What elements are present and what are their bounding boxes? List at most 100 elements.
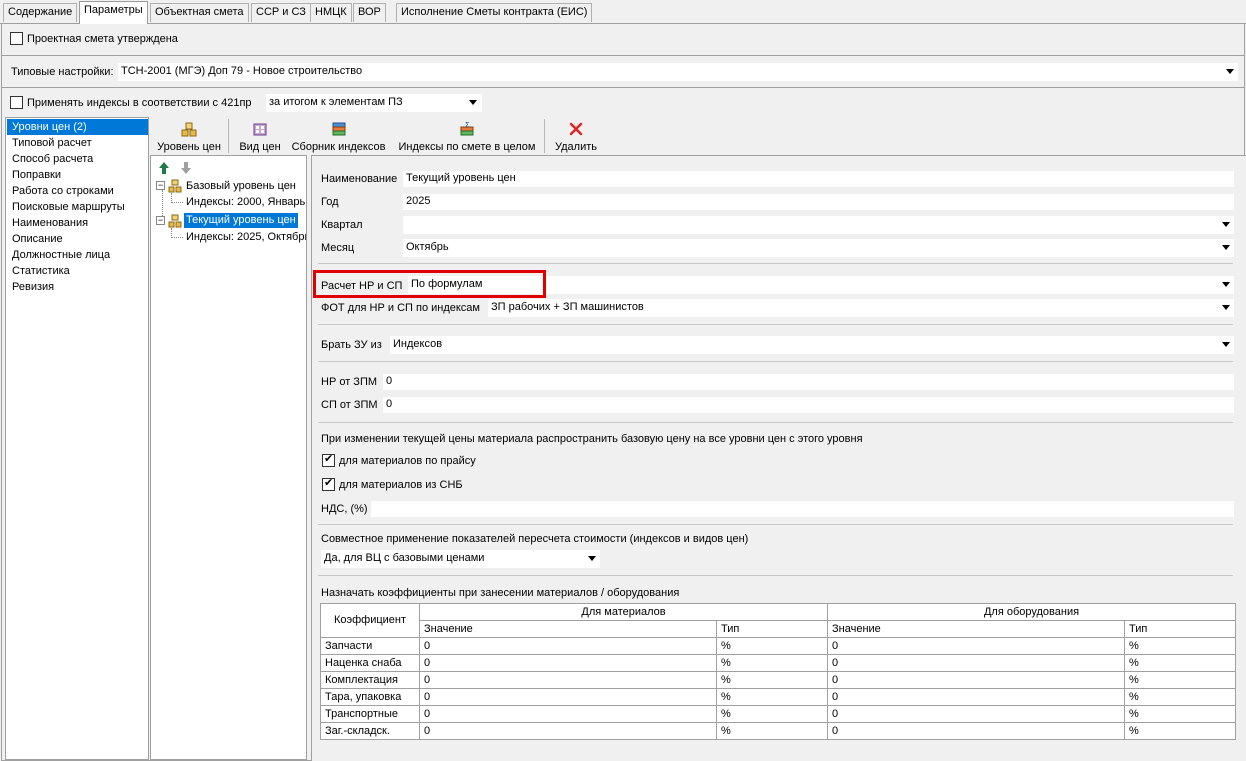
- divider: [318, 263, 1233, 264]
- mat-type-cell[interactable]: %: [716, 637, 828, 655]
- mat-type-cell[interactable]: %: [716, 722, 828, 740]
- joint-use-select[interactable]: Да, для ВЦ с базовыми ценами: [321, 550, 600, 568]
- menu-item-revision[interactable]: Ревизия: [7, 279, 148, 295]
- divider: [2, 87, 1244, 88]
- tree-node-base[interactable]: Базовый уровень цен: [186, 179, 296, 194]
- eq-type-cell[interactable]: %: [1123, 705, 1237, 723]
- tab-bar: Содержание Параметры Объектная смета ССР…: [0, 0, 1246, 24]
- mat-type-cell[interactable]: %: [716, 688, 828, 706]
- menu-item-officials[interactable]: Должностные лица: [7, 247, 148, 263]
- tab-ssr[interactable]: ССР и СЗ: [251, 3, 311, 22]
- tab-object-estimate[interactable]: Объектная смета: [150, 3, 249, 22]
- menu-item-row-work[interactable]: Работа со строками: [7, 183, 148, 199]
- year-input[interactable]: 2025: [403, 194, 1234, 210]
- approved-checkbox[interactable]: [10, 32, 23, 45]
- settings-menu: Уровни цен (2) Типовой расчет Способ рас…: [5, 117, 149, 760]
- mat-value-cell[interactable]: 0: [419, 688, 717, 706]
- tab-vor[interactable]: ВОР: [353, 3, 386, 22]
- divider: [318, 361, 1233, 362]
- menu-item-corrections[interactable]: Поправки: [7, 167, 148, 183]
- menu-item-calc-method[interactable]: Способ расчета: [7, 151, 148, 167]
- eq-value-cell[interactable]: 0: [827, 688, 1125, 706]
- mat-value-cell[interactable]: 0: [419, 705, 717, 723]
- table-row: Транспортные 0 % 0 %: [320, 705, 1237, 723]
- eq-value-cell[interactable]: 0: [827, 671, 1125, 689]
- eq-type-cell[interactable]: %: [1123, 722, 1237, 740]
- fot-label: ФОТ для НР и СП по индексам: [321, 302, 480, 314]
- tree-line: [171, 237, 183, 238]
- eq-value-cell[interactable]: 0: [827, 654, 1125, 672]
- quarter-select[interactable]: [403, 216, 1234, 234]
- nds-input[interactable]: [371, 501, 1234, 517]
- mat-type-cell[interactable]: %: [716, 671, 828, 689]
- name-label: Наименование: [321, 173, 398, 185]
- eq-type-cell[interactable]: %: [1123, 671, 1237, 689]
- price-level-icon: [181, 122, 197, 137]
- tree-node-current[interactable]: Текущий уровень цен: [184, 213, 298, 228]
- price-level-button[interactable]: Уровень цен: [154, 121, 224, 154]
- snb-materials-checkbox[interactable]: [322, 476, 335, 491]
- index-collection-button[interactable]: Сборник индексов: [290, 121, 387, 154]
- row-name: Наценка снаба: [320, 654, 420, 672]
- tab-parameters[interactable]: Параметры: [79, 1, 148, 24]
- eq-value-cell[interactable]: 0: [827, 705, 1125, 723]
- price-level-node-icon: [168, 214, 182, 228]
- collapse-toggle[interactable]: −: [156, 181, 165, 190]
- zu-select[interactable]: Индексов: [390, 336, 1234, 354]
- collapse-toggle[interactable]: −: [156, 216, 165, 225]
- menu-item-price-levels[interactable]: Уровни цен (2): [7, 119, 148, 135]
- fot-select[interactable]: ЗП рабочих + ЗП машинистов: [488, 299, 1234, 317]
- typical-settings-select[interactable]: ТСН-2001 (МГЭ) Доп 79 - Новое строительс…: [118, 63, 1238, 81]
- mat-value-cell[interactable]: 0: [419, 671, 717, 689]
- index-whole-estimate-button[interactable]: Σ Индексы по смете в целом: [396, 121, 538, 154]
- menu-item-search-routes[interactable]: Поисковые маршруты: [7, 199, 148, 215]
- delete-button[interactable]: Удалить: [553, 121, 599, 154]
- menu-item-statistics[interactable]: Статистика: [7, 263, 148, 279]
- quarter-label: Квартал: [321, 219, 363, 231]
- delete-x-icon: [569, 122, 583, 136]
- col-header-coefficient: Коэффициент: [320, 603, 420, 638]
- eq-type-cell[interactable]: %: [1123, 688, 1237, 706]
- nr-zpm-input[interactable]: 0: [383, 374, 1234, 390]
- eq-value-cell[interactable]: 0: [827, 722, 1125, 740]
- mat-value-cell[interactable]: 0: [419, 722, 717, 740]
- chevron-down-icon: [1226, 69, 1234, 74]
- typical-settings-value: ТСН-2001 (МГЭ) Доп 79 - Новое строительс…: [121, 65, 363, 77]
- menu-item-names[interactable]: Наименования: [7, 215, 148, 231]
- books-icon: [332, 122, 345, 136]
- menu-item-description[interactable]: Описание: [7, 231, 148, 247]
- sp-zpm-input[interactable]: 0: [383, 397, 1234, 413]
- tree-node-base-indexes[interactable]: Индексы: 2000, Январь: [186, 195, 305, 210]
- tab-contract-execution[interactable]: Исполнение Сметы контракта (ЕИС): [396, 3, 593, 22]
- tab-nmck[interactable]: НМЦК: [310, 3, 352, 22]
- mat-value-cell[interactable]: 0: [419, 637, 717, 655]
- year-label: Год: [321, 196, 339, 208]
- eq-type-cell[interactable]: %: [1123, 637, 1237, 655]
- chevron-down-icon: [469, 100, 477, 105]
- price-type-button[interactable]: Вид цен: [236, 121, 284, 154]
- coefficients-label: Назначать коэффициенты при занесении мат…: [321, 587, 680, 599]
- month-select[interactable]: Октябрь: [403, 239, 1234, 257]
- mat-type-cell[interactable]: %: [716, 654, 828, 672]
- joint-use-label: Совместное применение показателей пересч…: [321, 533, 749, 545]
- arrow-down-icon[interactable]: [180, 161, 192, 175]
- month-label: Месяц: [321, 242, 355, 254]
- row-name: Запчасти: [320, 637, 420, 655]
- name-input[interactable]: Текущий уровень цен: [403, 171, 1234, 187]
- eq-type-cell[interactable]: %: [1123, 654, 1237, 672]
- tree-node-current-indexes[interactable]: Индексы: 2025, Октябрь: [186, 230, 306, 245]
- eq-value-cell[interactable]: 0: [827, 637, 1125, 655]
- mat-type-cell[interactable]: %: [716, 705, 828, 723]
- divider: [318, 324, 1233, 325]
- arrow-up-icon[interactable]: [158, 161, 170, 175]
- mat-value-cell[interactable]: 0: [419, 654, 717, 672]
- apply-indexes-checkbox[interactable]: [10, 96, 23, 109]
- apply-indexes-select[interactable]: за итогом к элементам ПЗ: [266, 94, 482, 112]
- chevron-down-icon: [1222, 282, 1230, 287]
- table-row: Заг.-складск. 0 % 0 %: [320, 722, 1237, 740]
- price-list-materials-checkbox[interactable]: [322, 452, 335, 467]
- menu-item-typical-calc[interactable]: Типовой расчет: [7, 135, 148, 151]
- snb-materials-label: для материалов из СНБ: [339, 479, 463, 491]
- tab-contents[interactable]: Содержание: [3, 3, 78, 22]
- price-level-node-icon: [168, 179, 182, 193]
